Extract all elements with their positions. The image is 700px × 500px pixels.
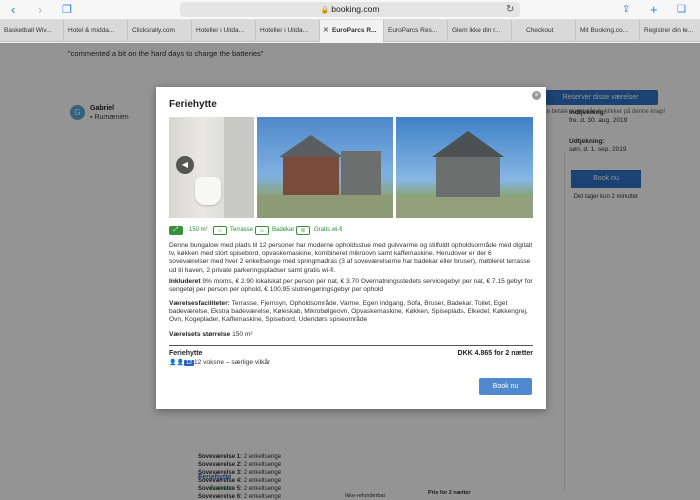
room-description: Denne bungalow med plads til 12 personer… xyxy=(169,242,533,274)
browser-toolbar: ‹ › ❐ ≡ 🔒booking.com ↻ ⇪ + ❏ xyxy=(0,0,700,20)
amenity-wifi: Gratis wi-fi xyxy=(314,227,343,233)
lock-icon: 🔒 xyxy=(320,7,330,14)
tab-europarcs-active[interactable]: ✕ EuroParcs R... xyxy=(320,20,384,42)
close-icon[interactable]: × xyxy=(532,91,541,100)
modal-title: Feriehytte xyxy=(169,99,217,110)
amenity-area: 150 m² xyxy=(189,227,208,233)
room-size: Værelsets størrelse 150 m² xyxy=(169,331,253,338)
forward-icon[interactable]: › xyxy=(38,3,42,17)
amenity-terrace: Terrasse xyxy=(230,227,254,233)
tab-hoteller-1[interactable]: Hoteller i Uitda... xyxy=(192,20,256,42)
divider xyxy=(169,345,533,346)
terrace-icon: ⌂ xyxy=(213,226,227,235)
wifi-icon: ≋ xyxy=(296,226,310,235)
tab-basketball[interactable]: Basketball Wiv... xyxy=(0,20,64,42)
arrow-left-icon[interactable]: ◀ xyxy=(176,156,194,174)
tabs-overview-icon[interactable]: ❏ xyxy=(677,3,686,17)
amenity-bathtub: Badekar xyxy=(272,227,295,233)
guests-icon: 👤👤 12 xyxy=(169,360,195,366)
tab-glem[interactable]: Glem ikke din r... xyxy=(448,20,512,42)
tab-bar: Basketball Wiv... Hotel & midda... Click… xyxy=(0,20,700,42)
room-photo-exterior-2[interactable] xyxy=(396,117,533,218)
bathtub-icon: ♨ xyxy=(255,226,269,235)
share-icon[interactable]: ⇪ xyxy=(622,3,630,17)
reload-icon[interactable]: ↻ xyxy=(506,3,514,17)
tab-mit-booking[interactable]: Mit Booking.co... xyxy=(576,20,640,42)
new-tab-icon[interactable]: + xyxy=(650,3,658,17)
bookmarks-icon[interactable]: ❐ xyxy=(62,3,72,17)
tab-hoteller-2[interactable]: Hoteller i Uitda... xyxy=(256,20,320,42)
tab-checkout[interactable]: Checkout xyxy=(512,20,576,42)
tab-clicksrally[interactable]: Clicksrally.com xyxy=(128,20,192,42)
tab-hotel[interactable]: Hotel & midda... xyxy=(64,20,128,42)
close-tab-icon[interactable]: ✕ xyxy=(323,20,329,42)
included-info: Inkluderet 9% moms, € 2.90 lokalskat per… xyxy=(169,278,533,294)
book-now-button[interactable]: Book nu xyxy=(479,378,532,395)
room-facilities: Værelsesfaciliteter: Terrasse, Fjernsyn,… xyxy=(169,300,528,324)
room-photo-exterior-1[interactable] xyxy=(257,117,393,218)
room-details-modal: × Feriehytte ◀ ⤢ 150 m² ⌂ Terrasse ♨ Bad… xyxy=(156,87,546,409)
address-bar[interactable]: 🔒 booking.com xyxy=(180,2,520,17)
room-price: DKK 4.865 for 2 nætter xyxy=(457,350,533,357)
back-icon[interactable]: ‹ xyxy=(11,3,15,17)
amenity-list: ⤢ 150 m² ⌂ Terrasse ♨ Badekar ≋ Gratis w… xyxy=(169,225,533,237)
area-icon: ⤢ xyxy=(169,226,183,235)
tab-europarcs[interactable]: EuroParcs Res... xyxy=(384,20,448,42)
url-text: booking.com xyxy=(331,4,380,14)
guests-conditions[interactable]: 12 voksne – særlige vilkår xyxy=(194,359,270,366)
room-name: Feriehytte xyxy=(169,350,203,357)
guests-badge: 12 xyxy=(183,360,195,366)
tab-registrer[interactable]: Registrer din le... xyxy=(640,20,700,42)
toilet-icon xyxy=(195,177,221,205)
